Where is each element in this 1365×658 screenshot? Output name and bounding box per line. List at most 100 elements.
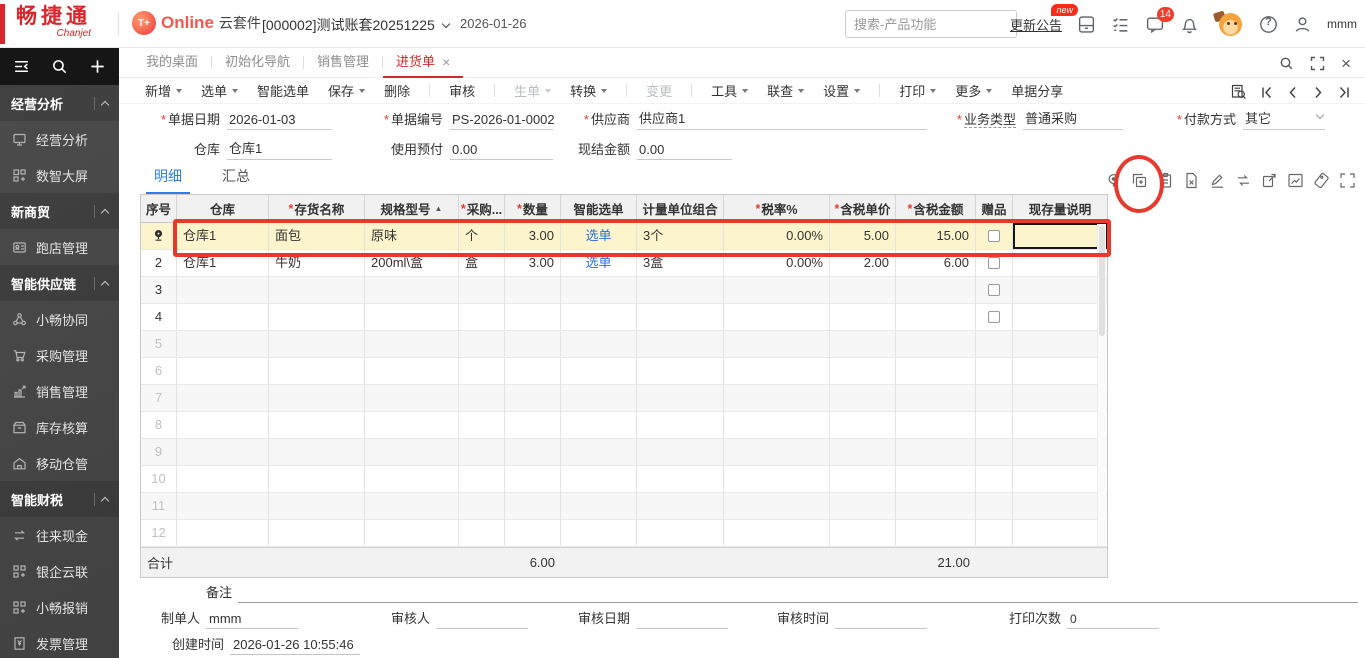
cell-stock-note[interactable]: [1013, 358, 1107, 385]
next-record-icon[interactable]: [1312, 86, 1325, 99]
sidebar-item-bank-cloud[interactable]: 银企云联: [0, 553, 119, 589]
cell-unit[interactable]: 盒: [459, 250, 505, 277]
cell-unit[interactable]: [459, 493, 505, 520]
cell-tax[interactable]: [724, 439, 830, 466]
col-price[interactable]: *含税单价: [830, 195, 896, 222]
cell-amount[interactable]: [896, 304, 976, 331]
cell-unit[interactable]: [459, 520, 505, 547]
cell-amount[interactable]: [896, 439, 976, 466]
cell-item[interactable]: [269, 277, 365, 304]
cell-tax[interactable]: 0.00%: [724, 223, 830, 250]
cell-item[interactable]: [269, 520, 365, 547]
cell-warehouse[interactable]: 仓库1: [177, 250, 269, 277]
sidebar-item-invoice[interactable]: 发票管理: [0, 625, 119, 658]
last-record-icon[interactable]: [1338, 86, 1351, 99]
scrollbar-thumb[interactable]: [1099, 226, 1105, 336]
cell-tax[interactable]: [724, 304, 830, 331]
sidebar-item-mobile-warehouse[interactable]: 移动仓管: [0, 445, 119, 481]
cell-qty[interactable]: [505, 331, 561, 358]
cell-warehouse[interactable]: [177, 493, 269, 520]
table-row[interactable]: 10: [141, 466, 1107, 493]
table-row[interactable]: 5: [141, 331, 1107, 358]
table-row[interactable]: 12: [141, 520, 1107, 547]
cell-unit[interactable]: [459, 277, 505, 304]
supplier-input[interactable]: 供应商1: [637, 108, 927, 130]
cell-warehouse[interactable]: [177, 466, 269, 493]
first-record-icon[interactable]: [1260, 86, 1273, 99]
sidebar-item-expense[interactable]: 小畅报销: [0, 589, 119, 625]
cell-combo[interactable]: [637, 520, 724, 547]
tag-icon[interactable]: [1313, 172, 1330, 189]
cell-pick[interactable]: [561, 304, 637, 331]
gift-checkbox[interactable]: [988, 230, 1000, 242]
cell-price[interactable]: [830, 331, 896, 358]
smart-pick-link[interactable]: 选单: [561, 250, 637, 277]
cell-qty[interactable]: [505, 412, 561, 439]
cell-warehouse[interactable]: [177, 520, 269, 547]
cell-price[interactable]: [830, 304, 896, 331]
cell-spec[interactable]: [365, 466, 459, 493]
toolbar-delete-button[interactable]: 删除: [384, 81, 410, 100]
cell-qty[interactable]: [505, 520, 561, 547]
cell-amount[interactable]: [896, 466, 976, 493]
cell-combo[interactable]: [637, 439, 724, 466]
sign-icon[interactable]: [1209, 172, 1226, 189]
export-icon[interactable]: [1261, 172, 1278, 189]
toolbar-save-button[interactable]: 保存: [328, 81, 365, 100]
cell-warehouse[interactable]: [177, 412, 269, 439]
sidebar-add-icon[interactable]: [89, 58, 106, 75]
sidebar-group-finance-tax[interactable]: 智能财税: [0, 481, 119, 517]
cell-amount[interactable]: [896, 385, 976, 412]
cell-stock-note[interactable]: [1013, 277, 1107, 304]
prev-record-icon[interactable]: [1286, 86, 1299, 99]
close-tab-icon[interactable]: ×: [442, 48, 450, 76]
gift-checkbox[interactable]: [988, 311, 1000, 323]
cell-stock-note[interactable]: [1013, 412, 1107, 439]
col-purchase-unit[interactable]: *采购...: [459, 195, 505, 222]
col-warehouse[interactable]: 仓库: [177, 195, 269, 222]
sidebar-item-collaboration[interactable]: 小畅协同: [0, 301, 119, 337]
chart-icon[interactable]: [1287, 172, 1304, 189]
sidebar-item-sales[interactable]: 销售管理: [0, 373, 119, 409]
cell-unit[interactable]: [459, 331, 505, 358]
cell-pick[interactable]: [561, 277, 637, 304]
cell-unit[interactable]: [459, 412, 505, 439]
cell-pick[interactable]: [561, 493, 637, 520]
biz-type-input[interactable]: 普通采购: [1023, 108, 1123, 130]
cell-spec[interactable]: [365, 520, 459, 547]
cell-qty[interactable]: [505, 277, 561, 304]
cell-amount[interactable]: 15.00: [896, 223, 976, 250]
fullscreen-icon[interactable]: [1310, 56, 1325, 71]
cell-unit[interactable]: [459, 304, 505, 331]
remark-input[interactable]: [238, 600, 1358, 603]
toolbar-print-button[interactable]: 打印: [899, 81, 936, 100]
cell-item[interactable]: 牛奶: [269, 250, 365, 277]
cell-spec[interactable]: [365, 304, 459, 331]
account-selector[interactable]: [000002]测试账套20251225: [262, 15, 449, 35]
cell-spec[interactable]: [365, 439, 459, 466]
grid-scrollbar[interactable]: [1097, 224, 1106, 546]
cell-spec[interactable]: 原味: [365, 223, 459, 250]
col-qty[interactable]: *数量: [505, 195, 561, 222]
col-gift[interactable]: 赠品: [976, 195, 1013, 222]
cell-tax[interactable]: [724, 331, 830, 358]
cell-unit[interactable]: [459, 385, 505, 412]
gift-checkbox[interactable]: [988, 257, 1000, 269]
cell-stock-note[interactable]: [1013, 304, 1107, 331]
cell-unit[interactable]: [459, 358, 505, 385]
pay-method-select[interactable]: 其它: [1243, 108, 1325, 130]
smart-pick-link[interactable]: 选单: [561, 223, 637, 250]
help-icon[interactable]: ?: [1259, 15, 1278, 34]
cell-unit[interactable]: [459, 466, 505, 493]
cash-input[interactable]: 0.00: [637, 142, 732, 160]
cell-price[interactable]: [830, 358, 896, 385]
cell-price[interactable]: [830, 412, 896, 439]
notification-bell-icon[interactable]: [1180, 15, 1199, 34]
col-amount[interactable]: *含税金额: [896, 195, 976, 222]
table-row[interactable]: 8: [141, 412, 1107, 439]
cell-amount[interactable]: [896, 277, 976, 304]
col-stock-note[interactable]: 现存量说明: [1013, 195, 1107, 222]
cell-qty[interactable]: [505, 493, 561, 520]
sidebar-group-commerce[interactable]: 新商贸: [0, 193, 119, 229]
cell-combo[interactable]: [637, 358, 724, 385]
